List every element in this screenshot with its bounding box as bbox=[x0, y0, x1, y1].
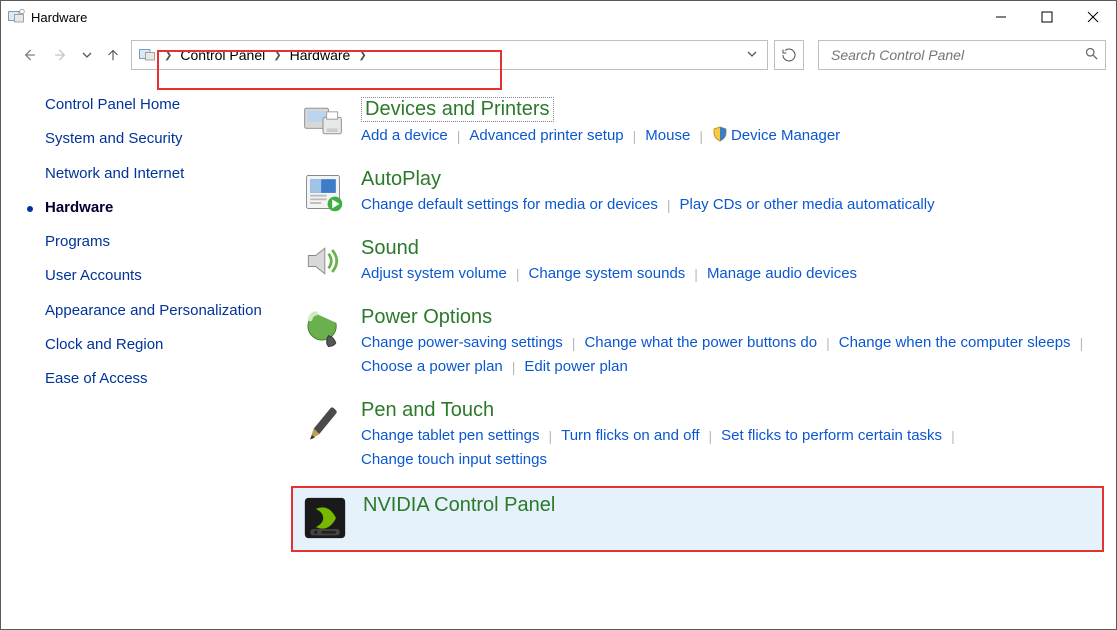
separator: | bbox=[507, 263, 529, 285]
category-links: Adjust system volume|Change system sound… bbox=[361, 262, 1096, 286]
category-title[interactable]: Sound bbox=[361, 237, 419, 260]
category-power[interactable]: Power OptionsChange power-saving setting… bbox=[291, 300, 1104, 387]
sidebar-item-system-and-security[interactable]: System and Security bbox=[45, 129, 281, 149]
task-link[interactable]: Change system sounds bbox=[529, 262, 686, 286]
caption-buttons bbox=[978, 1, 1116, 33]
chevron-right-icon[interactable]: ❯ bbox=[354, 50, 370, 61]
category-autoplay[interactable]: AutoPlayChange default settings for medi… bbox=[291, 162, 1104, 225]
category-title[interactable]: Pen and Touch bbox=[361, 399, 494, 422]
sidebar-item-hardware[interactable]: Hardware bbox=[45, 198, 281, 218]
address-icon bbox=[138, 45, 156, 66]
task-link[interactable]: Adjust system volume bbox=[361, 262, 507, 286]
main-panel: Devices and PrintersAdd a device|Advance… bbox=[291, 77, 1116, 629]
search-input[interactable] bbox=[829, 46, 1084, 64]
autoplay-icon bbox=[299, 168, 347, 216]
category-nvidia[interactable]: NVIDIA Control Panel bbox=[291, 486, 1104, 552]
up-button[interactable] bbox=[99, 41, 127, 69]
task-link[interactable]: Change default settings for media or dev… bbox=[361, 193, 658, 217]
search-icon[interactable] bbox=[1084, 46, 1099, 64]
sidebar-item-clock-and-region[interactable]: Clock and Region bbox=[45, 335, 281, 355]
category-links: Add a device|Advanced printer setup|Mous… bbox=[361, 124, 1096, 148]
task-link[interactable]: Set flicks to perform certain tasks bbox=[721, 424, 942, 448]
back-button[interactable] bbox=[15, 41, 43, 69]
power-icon bbox=[299, 306, 347, 354]
task-link[interactable]: Manage audio devices bbox=[707, 262, 857, 286]
window-title-area: Hardware bbox=[7, 7, 978, 28]
sidebar-item-programs[interactable]: Programs bbox=[45, 232, 281, 252]
task-link[interactable]: Turn flicks on and off bbox=[561, 424, 699, 448]
task-link[interactable]: Device Manager bbox=[712, 124, 840, 148]
minimize-button[interactable] bbox=[978, 1, 1024, 33]
chevron-right-icon[interactable]: ❯ bbox=[269, 50, 285, 61]
chevron-right-icon[interactable]: ❯ bbox=[160, 50, 176, 61]
separator: | bbox=[685, 263, 707, 285]
category-sound[interactable]: SoundAdjust system volume|Change system … bbox=[291, 231, 1104, 294]
sidebar-item-control-panel-home[interactable]: Control Panel Home bbox=[45, 95, 281, 115]
task-link[interactable]: Change tablet pen settings bbox=[361, 424, 539, 448]
category-title[interactable]: Power Options bbox=[361, 306, 492, 329]
category-pen-touch[interactable]: Pen and TouchChange tablet pen settings|… bbox=[291, 393, 1104, 480]
category-title[interactable]: NVIDIA Control Panel bbox=[363, 494, 555, 517]
category-links: Change default settings for media or dev… bbox=[361, 193, 1096, 217]
sidebar-item-ease-of-access[interactable]: Ease of Access bbox=[45, 369, 281, 389]
task-link[interactable]: Advanced printer setup bbox=[469, 124, 623, 148]
task-link[interactable]: Change when the computer sleeps bbox=[839, 331, 1071, 355]
separator: | bbox=[563, 332, 585, 354]
sidebar-item-appearance-and-personalization[interactable]: Appearance and Personalization bbox=[45, 301, 281, 321]
separator: | bbox=[503, 356, 525, 378]
nvidia-icon bbox=[301, 494, 349, 542]
navigation-bar: ❯ Control Panel ❯ Hardware ❯ bbox=[1, 33, 1116, 77]
content-area: Control Panel Home System and Security Net… bbox=[1, 77, 1116, 629]
forward-button[interactable] bbox=[47, 41, 75, 69]
breadcrumb-current[interactable]: Hardware bbox=[290, 47, 351, 63]
separator: | bbox=[448, 125, 470, 147]
separator: | bbox=[700, 425, 722, 447]
close-button[interactable] bbox=[1070, 1, 1116, 33]
category-title[interactable]: AutoPlay bbox=[361, 168, 441, 191]
task-link[interactable]: Add a device bbox=[361, 124, 448, 148]
sidebar-item-network-and-internet[interactable]: Network and Internet bbox=[45, 164, 281, 184]
breadcrumb-root[interactable]: Control Panel bbox=[180, 47, 265, 63]
task-link[interactable]: Play CDs or other media automatically bbox=[679, 193, 934, 217]
address-bar[interactable]: ❯ Control Panel ❯ Hardware ❯ bbox=[131, 40, 768, 70]
task-link[interactable]: Choose a power plan bbox=[361, 355, 503, 379]
recent-locations-button[interactable] bbox=[79, 41, 95, 69]
refresh-button[interactable] bbox=[774, 40, 804, 70]
task-link[interactable]: Edit power plan bbox=[524, 355, 627, 379]
sidebar: Control Panel Home System and Security Net… bbox=[1, 77, 291, 629]
sound-icon bbox=[299, 237, 347, 285]
task-link[interactable]: Change touch input settings bbox=[361, 448, 547, 472]
separator: | bbox=[942, 425, 964, 447]
separator: | bbox=[658, 194, 680, 216]
separator: | bbox=[1071, 332, 1093, 354]
devices-printers-icon bbox=[299, 97, 347, 145]
pen-touch-icon bbox=[299, 399, 347, 447]
separator: | bbox=[690, 125, 712, 147]
category-links: Change tablet pen settings|Turn flicks o… bbox=[361, 424, 1096, 472]
separator: | bbox=[624, 125, 646, 147]
window-title: Hardware bbox=[31, 10, 87, 25]
separator: | bbox=[817, 332, 839, 354]
task-link[interactable]: Change what the power buttons do bbox=[584, 331, 817, 355]
sidebar-item-user-accounts[interactable]: User Accounts bbox=[45, 266, 281, 286]
shield-icon bbox=[712, 126, 728, 142]
app-icon bbox=[7, 7, 25, 28]
task-link[interactable]: Change power-saving settings bbox=[361, 331, 563, 355]
category-links: Change power-saving settings|Change what… bbox=[361, 331, 1096, 379]
category-devices-printers[interactable]: Devices and PrintersAdd a device|Advance… bbox=[291, 91, 1104, 156]
category-title[interactable]: Devices and Printers bbox=[361, 97, 554, 122]
separator: | bbox=[539, 425, 561, 447]
titlebar: Hardware bbox=[1, 1, 1116, 33]
address-dropdown-button[interactable] bbox=[741, 49, 763, 62]
search-box[interactable] bbox=[818, 40, 1106, 70]
task-link[interactable]: Mouse bbox=[645, 124, 690, 148]
maximize-button[interactable] bbox=[1024, 1, 1070, 33]
